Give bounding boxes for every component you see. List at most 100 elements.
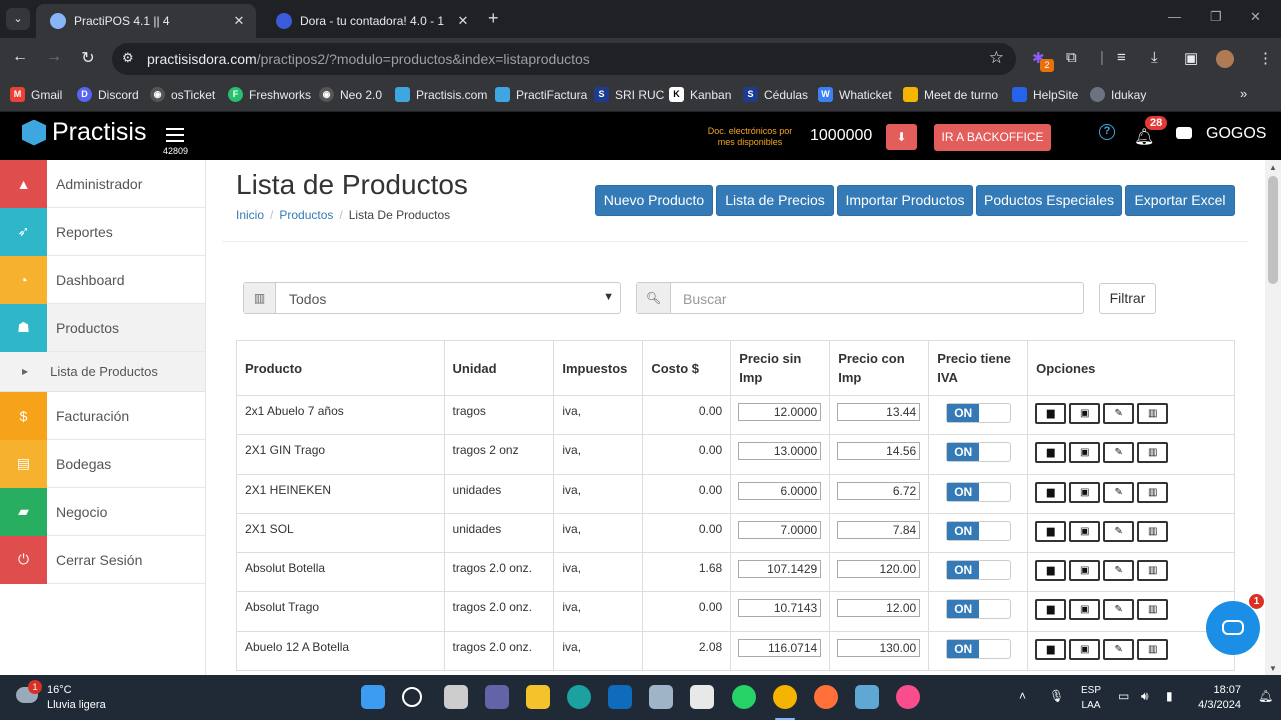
bookmark-helpsite[interactable]: HelpSite: [1012, 87, 1078, 102]
sidebar-item-dashboard[interactable]: ◔ Dashboard: [0, 255, 205, 304]
price-without-tax-input[interactable]: 12.0000: [738, 403, 822, 421]
chevron-up-icon[interactable]: ˄: [1019, 689, 1026, 703]
page-scrollbar[interactable]: ▲ ▼: [1265, 160, 1281, 675]
site-info-icon[interactable]: ⚙: [122, 50, 134, 66]
iva-toggle[interactable]: ON: [946, 638, 1012, 659]
minimize-icon[interactable]: —: [1168, 9, 1181, 24]
file-icon[interactable]: ▆: [1035, 638, 1067, 660]
price-without-tax-input[interactable]: 6.0000: [738, 481, 822, 500]
edge-icon[interactable]: [567, 685, 591, 709]
search-input[interactable]: 🔍︎ Buscar: [636, 282, 1084, 314]
pencil-icon[interactable]: ✎: [1103, 481, 1135, 503]
price-with-tax-input[interactable]: 13.44: [837, 403, 921, 421]
pencil-icon[interactable]: ✎: [1103, 442, 1135, 464]
youtube-icon[interactable]: [1176, 127, 1192, 139]
column-header[interactable]: Impuestos: [553, 340, 644, 396]
language-indicator[interactable]: ESP LAA: [1081, 683, 1101, 713]
trash-icon[interactable]: ▥: [1137, 560, 1169, 582]
export-excel-button[interactable]: Exportar Excel: [1125, 185, 1235, 216]
trash-icon[interactable]: ▥: [1137, 403, 1169, 424]
chat-widget-button[interactable]: [1206, 601, 1260, 655]
browser-menu-icon[interactable]: ⋮: [1258, 49, 1273, 67]
download-button[interactable]: ⬇: [886, 124, 917, 150]
firefox-icon[interactable]: [814, 685, 838, 709]
iva-toggle[interactable]: ON: [946, 481, 1012, 502]
bookmark-kanban[interactable]: K Kanban: [669, 87, 731, 102]
scrollbar-thumb[interactable]: [1268, 176, 1278, 284]
price-without-tax-input[interactable]: 107.1429: [738, 560, 822, 579]
outlook-icon[interactable]: [608, 685, 632, 709]
iva-toggle[interactable]: ON: [946, 520, 1012, 541]
price-without-tax-input[interactable]: 7.0000: [738, 520, 822, 539]
bookmark-gmail[interactable]: M Gmail: [10, 87, 62, 102]
task-view-icon[interactable]: [444, 685, 468, 709]
bookmark-meet[interactable]: Meet de turno: [903, 87, 998, 102]
side-panel-icon[interactable]: ▣: [1184, 49, 1198, 67]
image-icon[interactable]: ▣: [1069, 560, 1101, 582]
address-bar[interactable]: ⚙ practisisdora.com/practipos2/?modulo=p…: [112, 43, 1016, 75]
media-queue-icon[interactable]: ≡: [1117, 49, 1126, 66]
search-icon[interactable]: [402, 687, 422, 707]
sidebar-item-negocio[interactable]: ▰ Negocio: [0, 487, 205, 536]
back-icon[interactable]: ←: [10, 48, 30, 66]
image-icon[interactable]: ▣: [1069, 638, 1101, 660]
sidebar-item-cerrar-sesion[interactable]: ⏻ Cerrar Sesión: [0, 535, 205, 584]
bookmark-sri-ruc[interactable]: S SRI RUC: [594, 87, 664, 102]
trash-icon[interactable]: ▥: [1137, 638, 1169, 660]
itunes-icon[interactable]: [896, 685, 920, 709]
price-without-tax-input[interactable]: 13.0000: [738, 442, 822, 461]
column-header[interactable]: Precio sin Imp: [730, 340, 831, 396]
iva-toggle[interactable]: ON: [946, 403, 1012, 423]
bookmark-cedulas[interactable]: S Cédulas: [743, 87, 808, 102]
trash-icon[interactable]: ▥: [1137, 599, 1169, 621]
sidebar-item-bodegas[interactable]: ▤ Bodegas: [0, 439, 205, 488]
windows-start-icon[interactable]: [361, 685, 385, 709]
bookmark-practifactura[interactable]: PractiFactura: [495, 87, 587, 102]
file-icon[interactable]: ▆: [1035, 403, 1067, 424]
pencil-icon[interactable]: ✎: [1103, 403, 1135, 424]
column-header[interactable]: Precio con Imp: [829, 340, 930, 396]
image-icon[interactable]: ▣: [1069, 520, 1101, 542]
app-icon[interactable]: [855, 685, 879, 709]
sidebar-item-facturacion[interactable]: $ Facturación: [0, 391, 205, 440]
sidebar-item-administrador[interactable]: ▲ Administrador: [0, 159, 205, 208]
teams-icon[interactable]: [485, 685, 509, 709]
clock[interactable]: 18:07 4/3/2024: [1193, 683, 1241, 713]
column-header[interactable]: Precio tiene IVA: [928, 340, 1029, 396]
pencil-icon[interactable]: ✎: [1103, 520, 1135, 542]
image-icon[interactable]: ▣: [1069, 442, 1101, 464]
help-icon[interactable]: ?: [1099, 124, 1115, 140]
network-icon[interactable]: ▭: [1118, 689, 1129, 703]
image-icon[interactable]: ▣: [1069, 599, 1101, 621]
import-products-button[interactable]: Importar Productos: [837, 185, 973, 216]
price-with-tax-input[interactable]: 7.84: [837, 520, 921, 539]
profile-avatar[interactable]: [1216, 50, 1234, 68]
backoffice-button[interactable]: IR A BACKOFFICE: [934, 124, 1051, 151]
new-tab-button[interactable]: +: [488, 8, 499, 29]
pencil-icon[interactable]: ✎: [1103, 599, 1135, 621]
close-tab-icon[interactable]: ✕: [452, 13, 474, 29]
special-products-button[interactable]: Poductos Especiales: [976, 185, 1122, 216]
reload-icon[interactable]: ↻: [78, 48, 98, 68]
file-icon[interactable]: ▆: [1035, 442, 1067, 464]
iva-toggle[interactable]: ON: [946, 599, 1012, 620]
sidebar-subitem-lista-productos[interactable]: ▶ Lista de Productos: [0, 352, 205, 392]
bookmark-whaticket[interactable]: W Whaticket: [818, 87, 892, 102]
iva-toggle[interactable]: ON: [946, 442, 1012, 463]
battery-icon[interactable]: ▮: [1166, 689, 1173, 703]
microphone-icon[interactable]: 🎙︎: [1049, 689, 1064, 703]
bell-icon[interactable]: 🔔︎: [1134, 127, 1154, 147]
trash-icon[interactable]: ▥: [1137, 442, 1169, 464]
file-icon[interactable]: ▆: [1035, 481, 1067, 503]
whatsapp-icon[interactable]: [732, 685, 756, 709]
chrome-icon[interactable]: [773, 685, 797, 709]
column-header[interactable]: Producto: [236, 340, 445, 396]
breadcrumb-inicio[interactable]: Inicio: [236, 208, 264, 222]
image-icon[interactable]: ▣: [1069, 403, 1101, 424]
user-name[interactable]: GOGOS: [1206, 125, 1266, 143]
bookmark-practisis[interactable]: Practisis.com: [395, 87, 487, 102]
bookmarks-overflow-icon[interactable]: »: [1240, 86, 1247, 101]
volume-icon[interactable]: 🔊︎: [1141, 689, 1149, 704]
practisis-logo[interactable]: Practisis: [22, 118, 146, 147]
pencil-icon[interactable]: ✎: [1103, 638, 1135, 660]
